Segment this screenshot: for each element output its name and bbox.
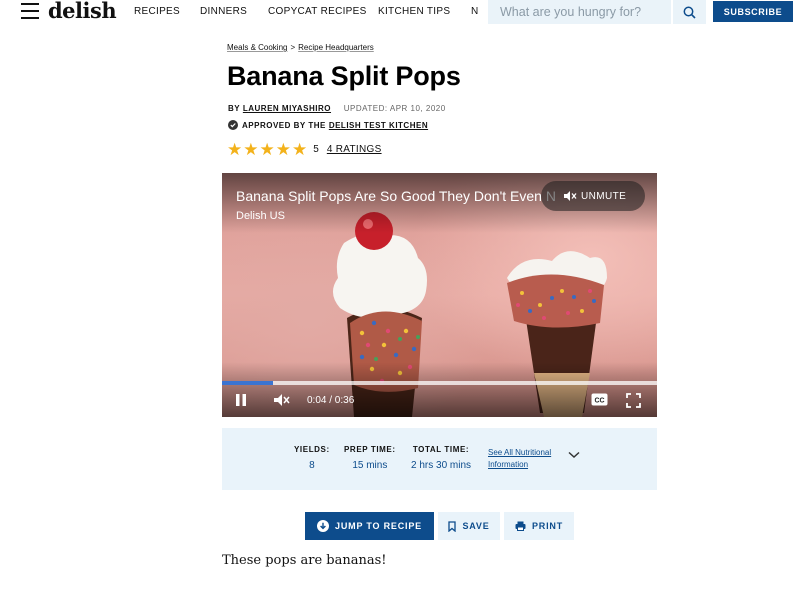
video-progress-fill <box>222 381 274 385</box>
nav-item-recipes[interactable]: RECIPES <box>134 6 180 17</box>
print-label: PRINT <box>532 521 563 531</box>
star-icon: ★ <box>275 140 291 159</box>
hamburger-menu-icon[interactable] <box>21 3 39 19</box>
recipe-intro-text: These pops are bananas! <box>222 553 387 568</box>
search-input[interactable] <box>488 0 671 24</box>
fullscreen-button[interactable] <box>626 393 641 408</box>
closed-captions-icon: CC <box>591 393 608 406</box>
search-icon <box>683 6 696 19</box>
top-navigation-bar: delish RECIPES DINNERS COPYCAT RECIPES K… <box>0 0 800 24</box>
approved-by: APPROVED BY THE DELISH TEST KITCHEN <box>228 120 428 130</box>
video-time: 0:04 / 0:36 <box>307 395 355 406</box>
video-bottom-gradient <box>222 362 657 417</box>
save-label: SAVE <box>462 521 490 531</box>
unmute-label: UNMUTE <box>581 190 627 202</box>
nav-item-dinners[interactable]: DINNERS <box>200 6 247 17</box>
breadcrumb-recipe-headquarters[interactable]: Recipe Headquarters <box>298 43 374 52</box>
star-icon: ★ <box>243 140 259 159</box>
nutrition-info-link[interactable]: See All Nutritional Information <box>488 447 551 471</box>
author-link[interactable]: LAUREN MIYASHIRO <box>243 104 331 113</box>
updated-date: UPDATED: APR 10, 2020 <box>343 104 446 113</box>
video-channel[interactable]: Delish US <box>236 210 285 222</box>
rating: ★ ★ ★ ★ ★ 5 4 RATINGS <box>227 141 382 158</box>
video-title[interactable]: Banana Split Pops Are So Good They Don't… <box>236 188 556 204</box>
print-button[interactable]: PRINT <box>504 512 574 540</box>
jump-to-recipe-button[interactable]: JUMP TO RECIPE <box>305 512 434 540</box>
captions-button[interactable]: CC <box>591 393 608 406</box>
chevron-down-icon[interactable] <box>568 451 580 459</box>
yields-value: 8 <box>309 460 315 471</box>
check-badge-icon <box>228 120 238 130</box>
arrow-down-circle-icon <box>317 520 330 532</box>
ratings-count-link[interactable]: 4 RATINGS <box>327 144 382 155</box>
breadcrumb-meals-cooking[interactable]: Meals & Cooking <box>227 43 287 52</box>
total-time-label: TOTAL TIME: <box>412 445 470 454</box>
star-icon: ★ <box>292 140 308 159</box>
nav-item-truncated[interactable]: N <box>471 6 479 17</box>
star-rating[interactable]: ★ ★ ★ ★ ★ <box>227 141 307 158</box>
page-title: Banana Split Pops <box>227 61 461 91</box>
bookmark-icon <box>448 520 457 532</box>
pause-button[interactable] <box>235 393 247 407</box>
printer-icon <box>515 521 526 531</box>
star-icon: ★ <box>259 140 275 159</box>
prep-time-block: PREP TIME: 15 mins <box>344 445 396 471</box>
muted-speaker-icon <box>274 394 290 406</box>
save-button[interactable]: SAVE <box>438 512 500 540</box>
pause-icon <box>236 394 246 406</box>
total-time-value: 2 hrs 30 mins <box>411 460 472 471</box>
fullscreen-icon <box>626 393 641 408</box>
byline-by-label: BY <box>228 104 241 113</box>
mute-toggle-button[interactable] <box>273 393 290 407</box>
star-icon: ★ <box>227 140 243 159</box>
site-logo[interactable]: delish <box>48 0 117 23</box>
jump-to-recipe-label: JUMP TO RECIPE <box>335 521 422 531</box>
muted-speaker-icon <box>564 191 577 201</box>
video-progress-bar[interactable] <box>222 381 657 385</box>
video-player[interactable]: Banana Split Pops Are So Good They Don't… <box>222 173 657 417</box>
prep-time-value: 15 mins <box>352 460 388 471</box>
nav-item-copycat-recipes[interactable]: COPYCAT RECIPES <box>268 6 367 17</box>
svg-text:CC: CC <box>594 398 604 405</box>
prep-time-label: PREP TIME: <box>344 445 396 454</box>
breadcrumb: Meals & Cooking > Recipe Headquarters <box>227 43 374 52</box>
total-time-block: TOTAL TIME: 2 hrs 30 mins <box>411 445 471 471</box>
subscribe-button[interactable]: SUBSCRIBE <box>713 1 793 22</box>
yields-block: YIELDS: 8 <box>294 445 330 471</box>
byline: BY LAUREN MIYASHIRO UPDATED: APR 10, 202… <box>228 104 446 113</box>
breadcrumb-separator: > <box>290 43 296 52</box>
search-button[interactable] <box>672 0 706 24</box>
nutrition-line-1: See All Nutritional <box>488 448 552 457</box>
yields-label: YIELDS: <box>294 445 330 454</box>
unmute-button[interactable]: UNMUTE <box>541 181 645 211</box>
test-kitchen-link[interactable]: DELISH TEST KITCHEN <box>329 121 428 130</box>
nav-item-kitchen-tips[interactable]: KITCHEN TIPS <box>378 6 450 17</box>
recipe-info-box: YIELDS: 8 PREP TIME: 15 mins TOTAL TIME:… <box>222 428 657 490</box>
approved-label: APPROVED BY THE <box>242 120 326 130</box>
nutrition-line-2: Information <box>488 460 529 469</box>
rating-value: 5 <box>313 144 319 155</box>
search-box <box>488 0 671 24</box>
